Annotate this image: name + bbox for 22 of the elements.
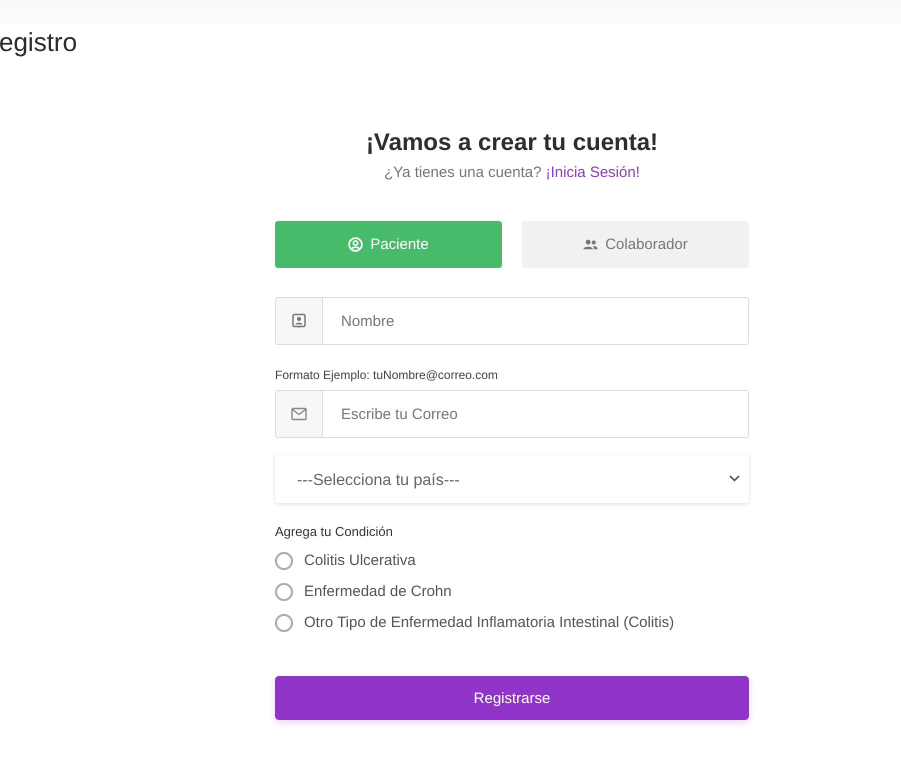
country-select[interactable]: ---Selecciona tu país--- [275,455,749,503]
login-link[interactable]: ¡Inicia Sesión! [546,164,640,181]
user-circle-icon [348,237,364,252]
people-icon [583,237,598,252]
name-field[interactable]: Nombre [322,297,749,345]
envelope-icon [291,406,307,422]
email-format-hint: Formato Ejemplo: tuNombre@correo.com [275,367,498,383]
register-button[interactable]: Registrarse [275,676,749,720]
radio-button[interactable] [275,614,293,632]
condition-option[interactable]: Otro Tipo de Enfermedad Inflamatoria Intestinal (Colitis) [304,614,674,631]
page-title: egistro [0,26,78,59]
radio-button[interactable] [275,582,293,600]
role-tab[interactable]: Colaborador [522,221,749,268]
contact-card-icon [291,313,307,329]
radio-button[interactable] [275,552,293,570]
condition-label: Agrega tu Condición [275,524,393,540]
email-field[interactable]: Escribe tu Correo [322,390,749,438]
condition-option[interactable]: Colitis Ulcerativa [304,552,416,569]
condition-option[interactable]: Enfermedad de Crohn [304,583,452,600]
chevron-down-icon [729,474,740,482]
form-heading: ¡Vamos a crear tu cuenta! [364,128,660,158]
login-prompt: ¿Ya tienes una cuenta? ¡Inicia Sesión! [384,163,640,183]
